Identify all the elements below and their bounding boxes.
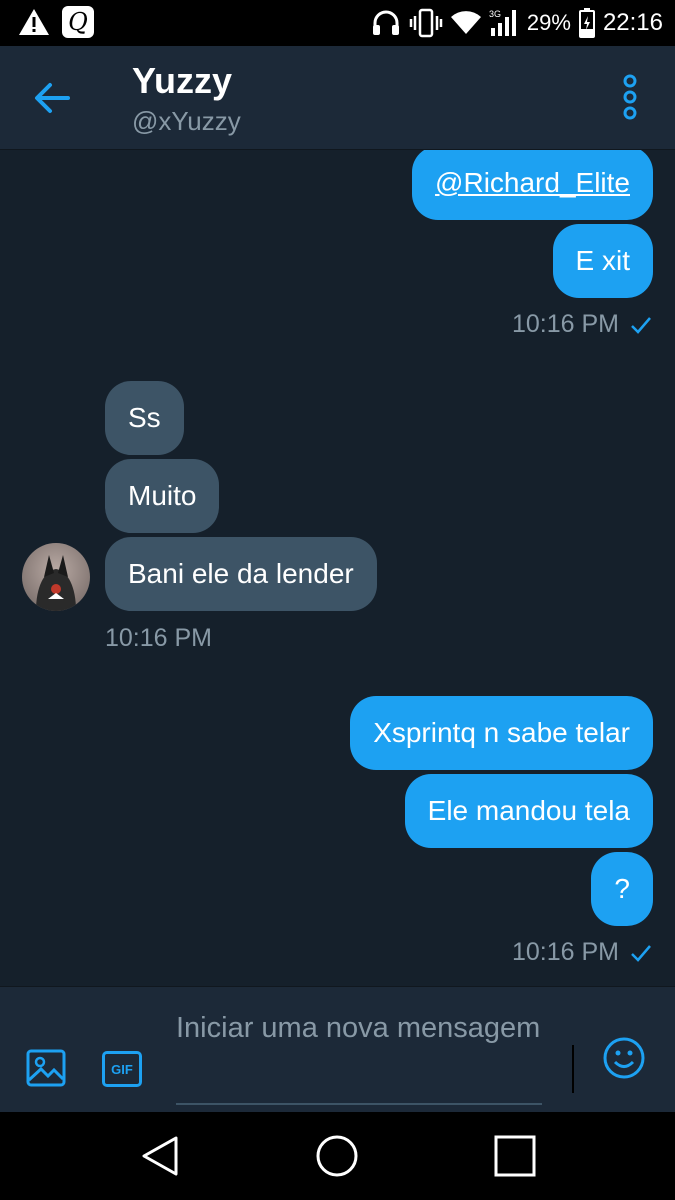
vibrate-icon: [409, 8, 443, 38]
warning-icon: [19, 9, 49, 35]
home-circle-icon[interactable]: [315, 1134, 359, 1178]
avatar[interactable]: [22, 543, 90, 611]
message-bubble-incoming[interactable]: Ss: [105, 381, 184, 455]
message-bubble-incoming[interactable]: Muito: [105, 459, 220, 533]
back-arrow-icon[interactable]: [30, 78, 74, 118]
cell-signal-icon: 3G: [489, 9, 516, 36]
image-icon[interactable]: [26, 1049, 66, 1087]
conversation-header: Yuzzy @xYuzzy: [0, 46, 675, 150]
composer-divider: [572, 1045, 574, 1093]
gif-button[interactable]: GIF: [102, 1051, 142, 1087]
avatar-image: [36, 555, 76, 611]
message-composer: GIF: [0, 986, 675, 1112]
status-bar: Q 3G 29% 22:16: [0, 0, 675, 46]
conversation-name[interactable]: Yuzzy: [132, 60, 232, 102]
message-bubble-outgoing[interactable]: Xsprintq n sabe telar: [350, 696, 653, 770]
message-timestamp: 10:16 PM: [105, 624, 213, 652]
mention-link[interactable]: @Richard_Elite: [435, 167, 630, 198]
battery-icon: [578, 8, 595, 38]
clock: 22:16: [602, 9, 663, 36]
message-list[interactable]: @Richard_Elite E xit 10:16 PM Ss Muito B…: [0, 150, 675, 986]
timestamp-text: 10:16 PM: [511, 938, 619, 966]
message-bubble-outgoing[interactable]: @Richard_Elite: [412, 150, 653, 220]
timestamp-text: 10:16 PM: [511, 310, 619, 338]
read-check-icon: [631, 316, 651, 334]
network-type-label: 3G: [489, 9, 501, 19]
conversation-handle[interactable]: @xYuzzy: [132, 106, 241, 137]
recents-square-icon[interactable]: [493, 1134, 537, 1178]
message-bubble-outgoing[interactable]: E xit: [552, 224, 653, 298]
message-bubble-outgoing[interactable]: Ele mandou tela: [404, 774, 653, 848]
back-triangle-icon[interactable]: [138, 1134, 182, 1178]
headphones-icon: [372, 10, 399, 35]
system-navigation-bar: [0, 1112, 675, 1200]
message-timestamp: 10:16 PM: [512, 310, 653, 339]
more-options-icon[interactable]: [615, 74, 645, 120]
emoji-icon[interactable]: [603, 1037, 645, 1079]
wifi-icon: [450, 11, 481, 34]
message-timestamp: 10:16 PM: [512, 938, 653, 967]
message-bubble-incoming[interactable]: Bani ele da lender: [105, 537, 377, 611]
read-check-icon: [631, 944, 651, 962]
battery-percentage: 29%: [526, 10, 571, 35]
message-input[interactable]: [176, 1009, 542, 1105]
message-bubble-outgoing[interactable]: ?: [591, 852, 653, 926]
quora-notification-icon: Q: [62, 6, 94, 38]
